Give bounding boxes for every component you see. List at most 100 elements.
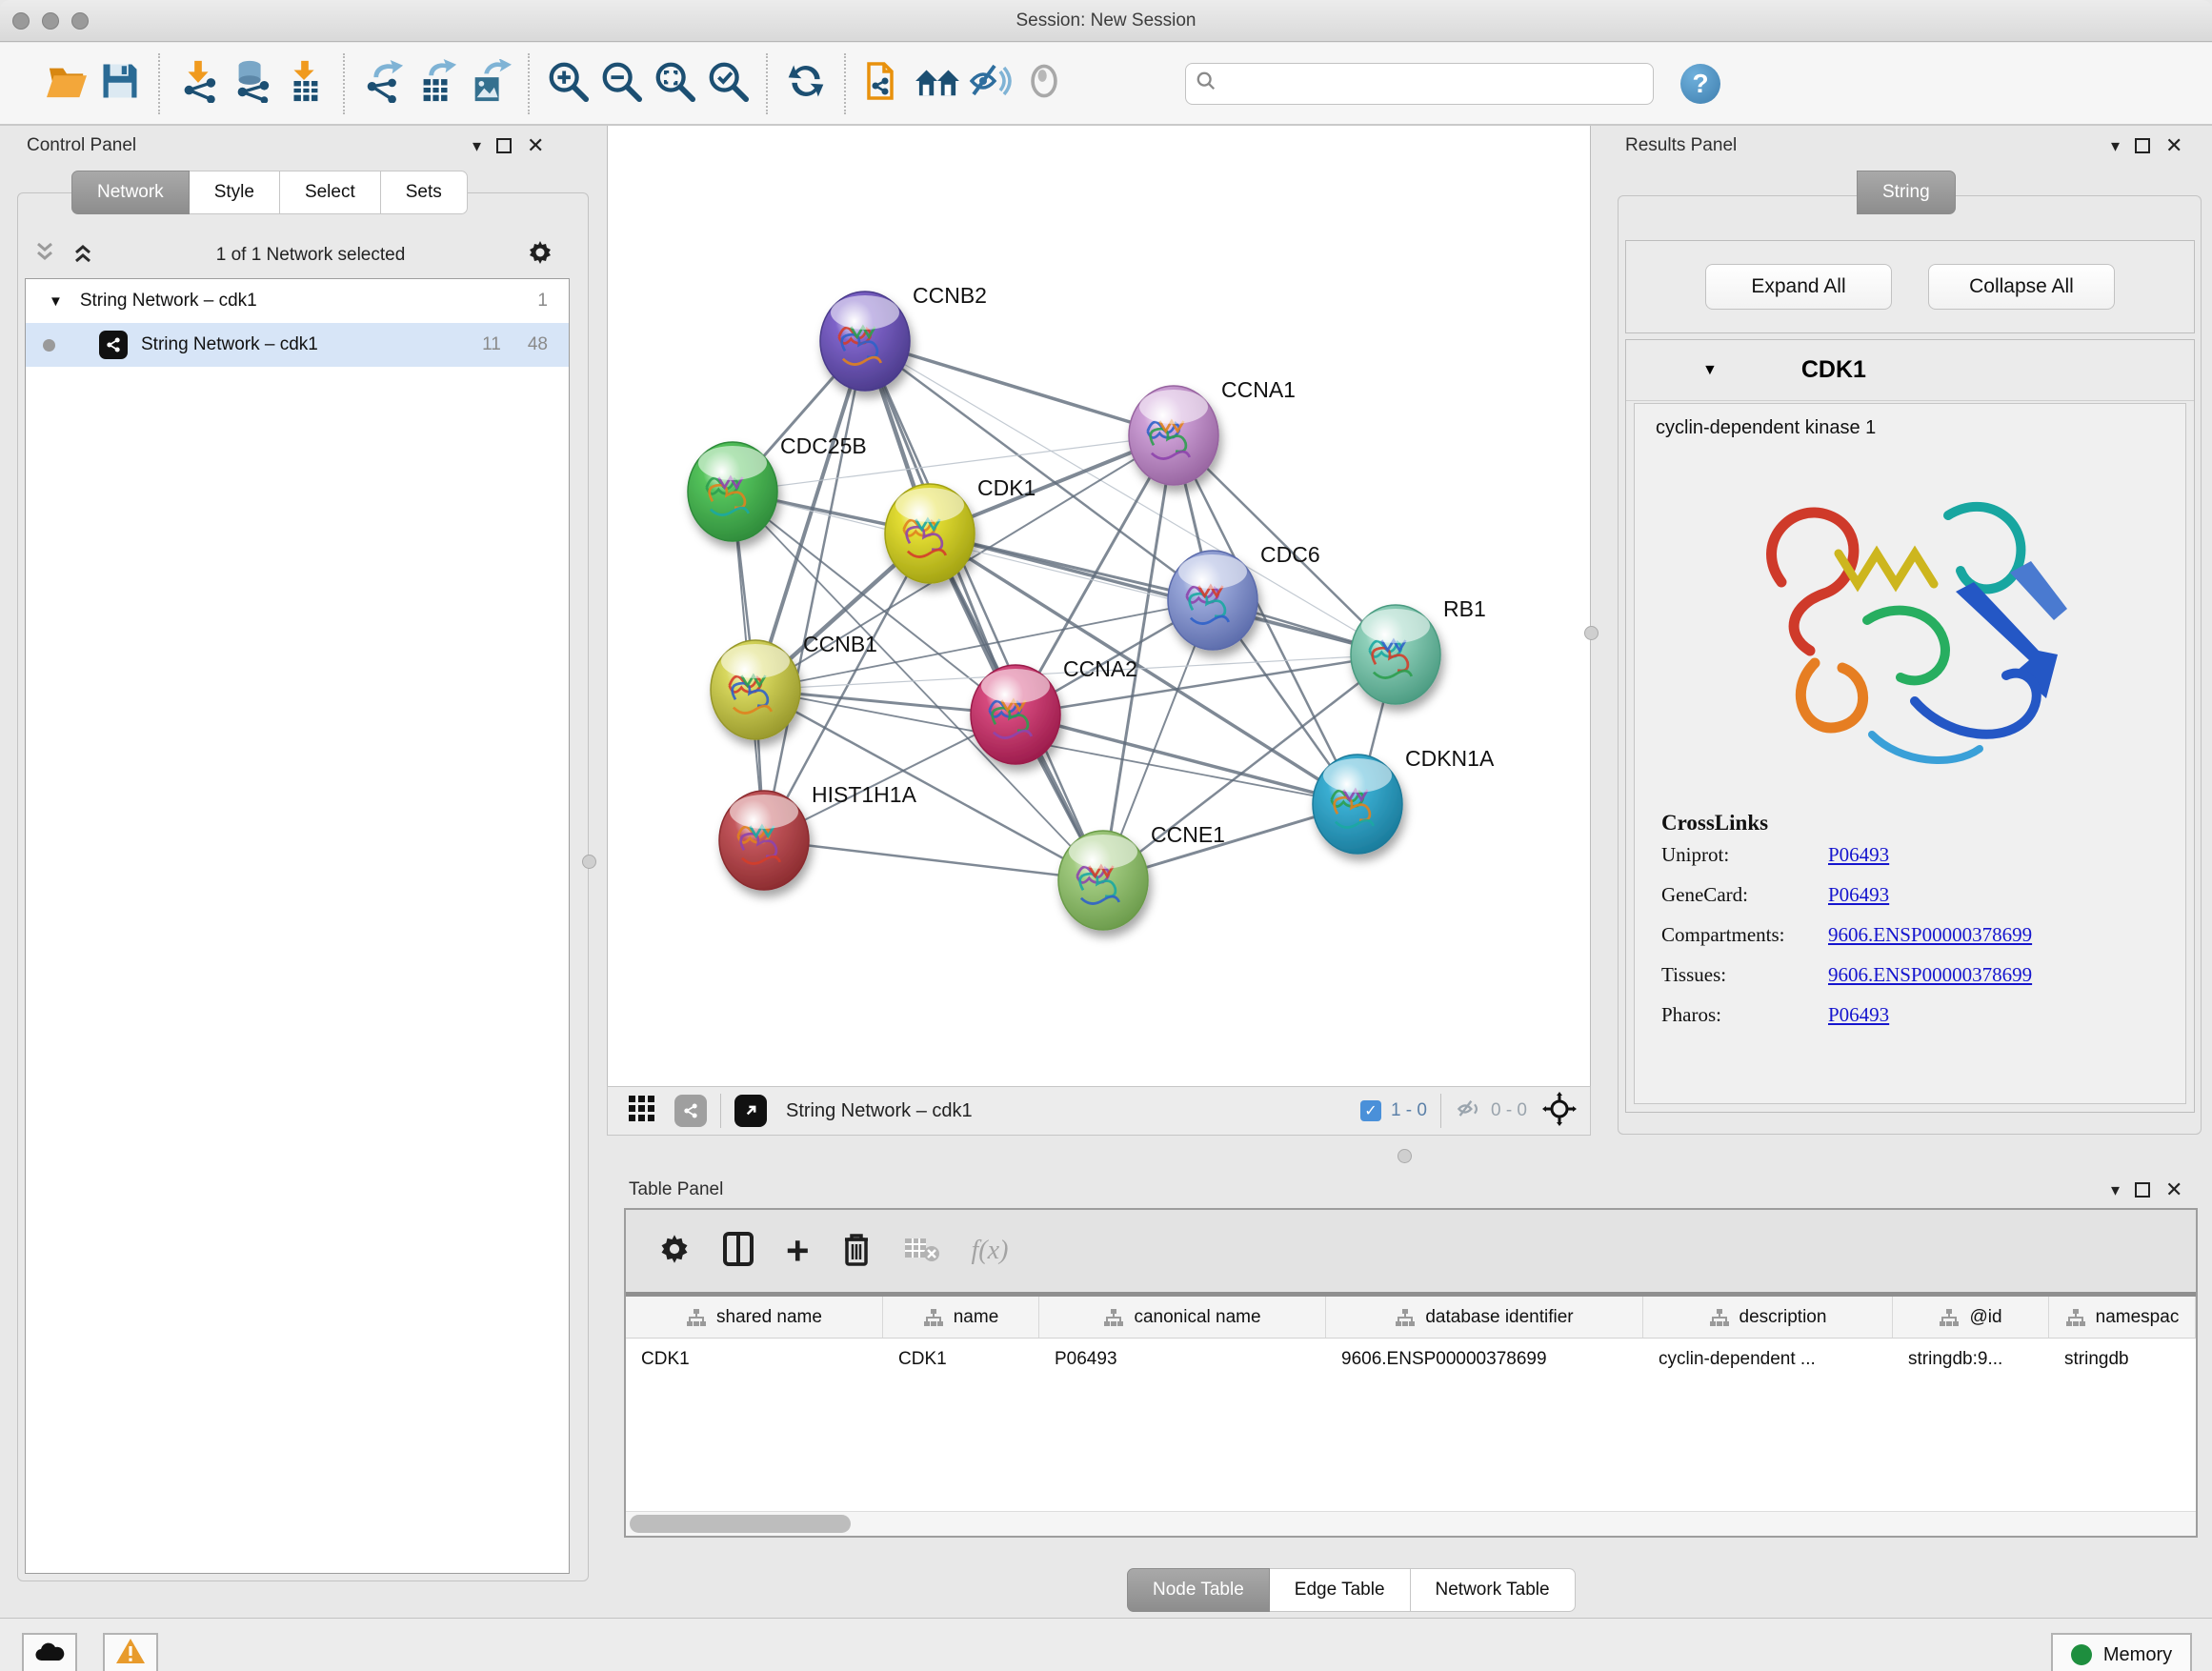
node-CCNA2[interactable]: CCNA2 <box>971 656 1137 764</box>
tab-network[interactable]: Network <box>71 171 190 214</box>
table-cell[interactable]: CDK1 <box>626 1339 883 1380</box>
float-panel-icon[interactable] <box>2135 1182 2150 1198</box>
tab-string[interactable]: String <box>1857 171 1956 214</box>
tree-expander-icon[interactable]: ▼ <box>49 293 63 310</box>
tab-edge-table[interactable]: Edge Table <box>1270 1568 1411 1612</box>
import-table-file-button[interactable] <box>278 55 332 112</box>
tab-node-table[interactable]: Node Table <box>1127 1568 1270 1612</box>
float-panel-icon[interactable] <box>2135 138 2150 153</box>
share-document-button[interactable] <box>857 55 911 112</box>
crosslink-link[interactable]: P06493 <box>1828 883 1889 907</box>
help-button[interactable]: ? <box>1680 64 1720 104</box>
edge-CDK1-RB1[interactable] <box>930 534 1396 654</box>
crosslink-link[interactable]: 9606.ENSP00000378699 <box>1828 923 2032 947</box>
left-splitter-handle[interactable] <box>582 855 596 869</box>
entry-expander-icon[interactable]: ▼ <box>1702 362 1718 379</box>
view-grid-icon[interactable] <box>627 1094 657 1129</box>
crosslink-link[interactable]: 9606.ENSP00000378699 <box>1828 963 2032 987</box>
table-gear-icon[interactable] <box>658 1233 691 1270</box>
add-column-icon[interactable]: + <box>786 1238 810 1262</box>
delete-column-icon[interactable] <box>842 1232 871 1271</box>
column-header-shared-name[interactable]: shared name <box>626 1297 883 1338</box>
bottom-splitter-handle[interactable] <box>1398 1149 1412 1163</box>
home-pages-button[interactable] <box>911 55 964 112</box>
gear-icon[interactable] <box>526 238 554 272</box>
network-row-selected[interactable]: String Network – cdk1 11 48 <box>26 323 569 367</box>
table-cell[interactable]: cyclin-dependent ... <box>1643 1339 1893 1380</box>
crosslink-link[interactable]: P06493 <box>1828 1003 1889 1027</box>
tab-network-table[interactable]: Network Table <box>1411 1568 1576 1612</box>
node-CDC25B[interactable]: CDC25B <box>688 433 867 541</box>
crosslink-link[interactable]: P06493 <box>1828 843 1889 867</box>
float-menu-icon[interactable]: ▾ <box>2111 137 2120 154</box>
tab-select[interactable]: Select <box>280 171 381 214</box>
float-menu-icon[interactable]: ▾ <box>2111 1181 2120 1198</box>
float-panel-icon[interactable] <box>496 138 512 153</box>
column-header-database-identifier[interactable]: database identifier <box>1326 1297 1643 1338</box>
table-cell[interactable]: stringdb:9... <box>1893 1339 2049 1380</box>
node-HIST1H1A[interactable]: HIST1H1A <box>719 782 917 890</box>
warning-status-button[interactable] <box>103 1633 158 1671</box>
right-splitter-handle[interactable] <box>1584 626 1599 640</box>
node-CCNB1[interactable]: CCNB1 <box>711 632 877 739</box>
close-panel-icon[interactable]: ✕ <box>2165 1179 2182 1200</box>
export-table-button[interactable] <box>410 55 463 112</box>
tab-sets[interactable]: Sets <box>381 171 468 214</box>
edge-CCNA2-CDKN1A[interactable] <box>1016 715 1357 804</box>
edge-HIST1H1A-CCNE1[interactable] <box>764 840 1103 880</box>
table-cell[interactable]: stringdb <box>2049 1339 2196 1380</box>
import-network-file-button[interactable] <box>171 55 225 112</box>
table-cell[interactable]: CDK1 <box>883 1339 1039 1380</box>
import-network-database-button[interactable] <box>225 55 278 112</box>
cloud-status-button[interactable] <box>22 1633 77 1671</box>
selected-checkbox[interactable]: ✓ <box>1360 1100 1381 1121</box>
table-cell[interactable]: 9606.ENSP00000378699 <box>1326 1339 1643 1380</box>
node-CCNA1[interactable]: CCNA1 <box>1129 377 1296 485</box>
column-header-namespac[interactable]: namespac <box>2049 1297 2196 1338</box>
table-horizontal-scrollbar[interactable] <box>626 1511 2196 1536</box>
save-session-button[interactable] <box>93 55 147 112</box>
refresh-button[interactable] <box>779 55 833 112</box>
tab-style[interactable]: Style <box>190 171 280 214</box>
memory-button[interactable]: Memory <box>2051 1633 2192 1671</box>
column-header-canonical-name[interactable]: canonical name <box>1039 1297 1326 1338</box>
column-header-description[interactable]: description <box>1643 1297 1893 1338</box>
open-session-button[interactable] <box>40 55 93 112</box>
edge-CCNB2-CCNA1[interactable] <box>865 341 1174 435</box>
collapse-all-button[interactable]: Collapse All <box>1928 264 2115 310</box>
zoom-out-button[interactable] <box>594 55 648 112</box>
search-box[interactable] <box>1185 63 1654 105</box>
column-header-name[interactable]: name <box>883 1297 1039 1338</box>
network-share-icon[interactable] <box>674 1095 707 1127</box>
network-collection-row[interactable]: ▼ String Network – cdk1 1 <box>26 279 569 323</box>
expand-all-button[interactable]: Expand All <box>1705 264 1892 310</box>
edge-CCNB2-HIST1H1A[interactable] <box>764 341 865 840</box>
results-entry-header[interactable]: ▼ CDK1 <box>1626 340 2194 401</box>
birdseye-view-icon[interactable] <box>734 1095 767 1127</box>
node-CCNE1[interactable]: CCNE1 <box>1058 822 1225 930</box>
search-input[interactable] <box>1224 73 1643 93</box>
export-network-button[interactable] <box>356 55 410 112</box>
node-RB1[interactable]: RB1 <box>1351 596 1486 704</box>
select-columns-icon[interactable] <box>723 1232 754 1271</box>
node-CDKN1A[interactable]: CDKN1A <box>1313 746 1495 854</box>
zoom-fit-button[interactable] <box>648 55 701 112</box>
node-CDK1[interactable]: CDK1 <box>885 475 1036 583</box>
export-image-button[interactable] <box>463 55 516 112</box>
collapse-all-icon[interactable] <box>32 240 57 271</box>
scrollbar-thumb[interactable] <box>630 1515 851 1533</box>
network-canvas[interactable]: CCNB2CCNA1CDC25BCDK1CDC6RB1CCNB1CCNA2CDK… <box>607 126 1591 1086</box>
close-panel-icon[interactable]: ✕ <box>527 135 544 156</box>
hide-selected-button[interactable] <box>964 55 1017 112</box>
float-menu-icon[interactable]: ▾ <box>473 137 481 154</box>
table-cell[interactable]: P06493 <box>1039 1339 1326 1380</box>
close-panel-icon[interactable]: ✕ <box>2165 135 2182 156</box>
zoom-in-button[interactable] <box>541 55 594 112</box>
table-row[interactable]: CDK1CDK1P064939606.ENSP00000378699cyclin… <box>626 1339 2196 1380</box>
zoom-selected-button[interactable] <box>701 55 754 112</box>
node-CCNB2[interactable]: CCNB2 <box>820 283 987 391</box>
show-all-button[interactable] <box>1017 55 1071 112</box>
column-header-@id[interactable]: @id <box>1893 1297 2049 1338</box>
hidden-eye-slash-icon[interactable] <box>1455 1097 1483 1126</box>
expand-all-icon[interactable] <box>70 240 95 271</box>
